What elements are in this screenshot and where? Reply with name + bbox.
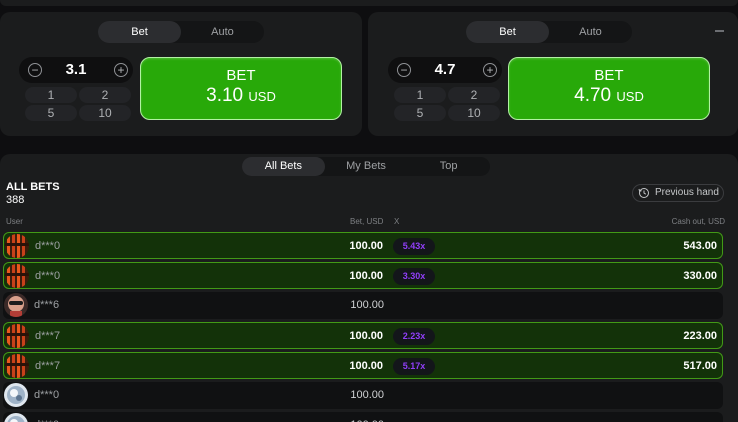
stake-control: − 4.7 + 1 2 5 10 — [388, 57, 502, 133]
bet-auto-toggle: Bet Auto — [466, 21, 632, 43]
bet-row: d***0 100.00 5.43x 543.00 — [3, 232, 723, 259]
bets-list-panel: All Bets My Bets Top ALL BETS 388 Previo… — [0, 154, 738, 422]
remove-panel-icon[interactable] — [712, 24, 726, 38]
header-x: X — [394, 217, 400, 226]
top-strip — [0, 0, 738, 8]
bet-button-label: BET — [594, 67, 624, 84]
tab-bet[interactable]: Bet — [98, 21, 181, 43]
quick-stake-1[interactable]: 1 — [394, 87, 446, 103]
bet-button-amount: 3.10 USD — [206, 85, 276, 106]
bet-amount: 100.00 — [350, 389, 384, 401]
header-bet: Bet, USD — [350, 217, 384, 226]
tab-all-bets[interactable]: All Bets — [242, 157, 325, 176]
bet-button-amount: 4.70 USD — [574, 85, 644, 106]
sunglasses-avatar-icon — [4, 293, 28, 317]
striped-avatar-icon — [5, 234, 29, 258]
previous-hand-label: Previous hand — [655, 187, 719, 198]
bets-tabs: All Bets My Bets Top — [242, 157, 490, 176]
bet-auto-toggle: Bet Auto — [98, 21, 264, 43]
quick-stake-2[interactable]: 2 — [448, 87, 500, 103]
bet-user: d***6 — [34, 299, 60, 311]
bet-row: d***7 100.00 2.23x 223.00 — [3, 322, 723, 349]
bet-panel-2: Bet Auto − 4.7 + 1 2 5 10 BET 4.70 USD — [368, 12, 738, 136]
bet-row: d***7 100.00 5.17x 517.00 — [3, 352, 723, 379]
history-icon — [638, 188, 649, 198]
bet-button[interactable]: BET 3.10 USD — [140, 57, 342, 120]
cashout-amount: 517.00 — [683, 360, 717, 372]
multiplier-badge: 2.23x — [393, 328, 435, 345]
stake-control: − 3.1 + 1 2 5 10 — [19, 57, 133, 133]
bet-user: d***0 — [34, 389, 60, 401]
header-user: User — [6, 217, 23, 226]
bet-user: d***0 — [34, 412, 59, 422]
bet-user: d***0 — [35, 240, 61, 252]
bet-row: d***6 100.00 — [3, 292, 723, 319]
bet-amount: 100.00 — [349, 330, 383, 342]
bet-row: d***0 100.00 — [3, 412, 723, 422]
bet-amount: 100.00 — [349, 240, 383, 252]
stake-amount-field: − 3.1 + — [19, 57, 133, 83]
previous-hand-button[interactable]: Previous hand — [632, 184, 724, 202]
bet-panel-1: Bet Auto − 3.1 + 1 2 5 10 BET 3.10 USD — [0, 12, 362, 136]
quick-stake-10[interactable]: 10 — [79, 105, 131, 121]
bet-row: d***0 100.00 3.30x 330.00 — [3, 262, 723, 289]
glossy-avatar-icon — [4, 413, 28, 422]
bet-amount: 100.00 — [350, 299, 384, 311]
bet-row: d***0 100.00 — [3, 382, 723, 409]
bet-amount: 100.00 — [349, 360, 383, 372]
glossy-avatar-icon — [4, 383, 28, 407]
bet-user: d***0 — [35, 270, 61, 282]
multiplier-badge: 5.17x — [393, 358, 435, 375]
all-bets-title: ALL BETS — [6, 181, 60, 193]
tab-top[interactable]: Top — [407, 157, 490, 176]
header-cashout: Cash out, USD — [671, 217, 725, 226]
cashout-amount: 543.00 — [683, 240, 717, 252]
striped-avatar-icon — [5, 354, 29, 378]
striped-avatar-icon — [5, 264, 29, 288]
quick-stake-10[interactable]: 10 — [448, 105, 500, 121]
quick-stake-5[interactable]: 5 — [25, 105, 77, 121]
bet-button-label: BET — [226, 67, 256, 84]
bet-user: d***7 — [35, 360, 61, 372]
stake-input[interactable]: 4.7 — [414, 57, 476, 83]
bet-amount: 100.00 — [349, 270, 383, 282]
plus-icon[interactable]: + — [114, 63, 128, 77]
quick-stake-5[interactable]: 5 — [394, 105, 446, 121]
plus-icon[interactable]: + — [483, 63, 497, 77]
cashout-amount: 330.00 — [683, 270, 717, 282]
multiplier-badge: 5.43x — [393, 238, 435, 255]
bet-amount: 100.00 — [350, 412, 384, 422]
all-bets-count: 388 — [6, 194, 25, 206]
tab-my-bets[interactable]: My Bets — [325, 157, 408, 176]
minus-icon[interactable]: − — [28, 63, 42, 77]
tab-auto[interactable]: Auto — [549, 21, 632, 43]
tab-bet[interactable]: Bet — [466, 21, 549, 43]
tab-auto[interactable]: Auto — [181, 21, 264, 43]
minus-icon[interactable]: − — [397, 63, 411, 77]
cashout-amount: 223.00 — [683, 330, 717, 342]
bet-button[interactable]: BET 4.70 USD — [508, 57, 710, 120]
stake-input[interactable]: 3.1 — [45, 57, 107, 83]
stake-amount-field: − 4.7 + — [388, 57, 502, 83]
quick-stake-2[interactable]: 2 — [79, 87, 131, 103]
multiplier-badge: 3.30x — [393, 268, 435, 285]
striped-avatar-icon — [5, 324, 29, 348]
quick-stake-1[interactable]: 1 — [25, 87, 77, 103]
bet-user: d***7 — [35, 330, 61, 342]
